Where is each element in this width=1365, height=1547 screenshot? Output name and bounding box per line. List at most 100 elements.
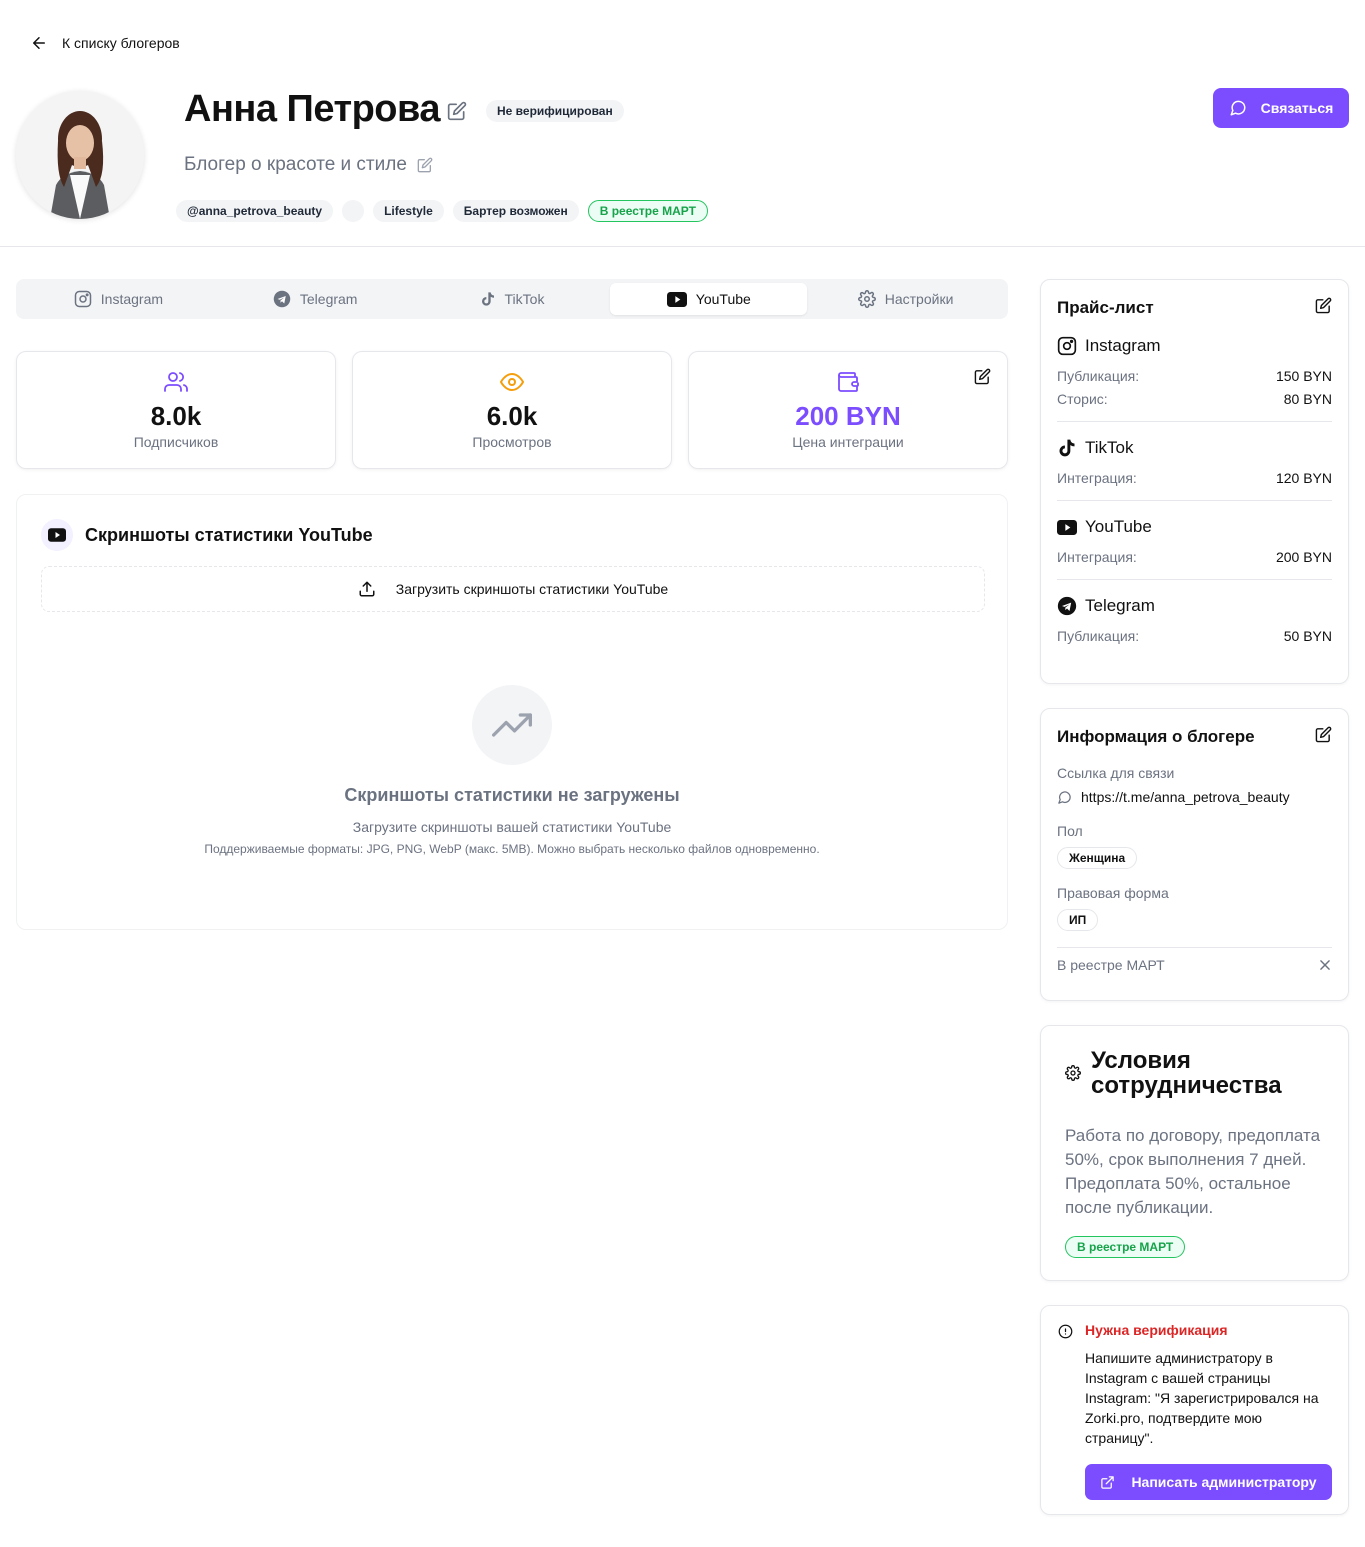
registry-row: В реестре МАРТ — [1057, 957, 1332, 973]
telegram-icon — [273, 290, 291, 308]
price-row: Публикация: 50 BYN — [1057, 628, 1332, 644]
trending-up-icon — [472, 685, 552, 765]
pricelist-section-instagram: Instagram Публикация: 150 BYN Сторис: 80 B… — [1057, 336, 1332, 422]
wallet-icon — [838, 372, 859, 392]
subscribers-value: 8.0k — [150, 401, 202, 431]
edit-pricelist-icon[interactable] — [1315, 297, 1332, 314]
profile-name: Анна Петрова — [184, 88, 441, 130]
profile-tags: @anna_petrova_beauty Lifestyle Бартер во… — [176, 200, 708, 222]
verification-title: Нужна верификация — [1085, 1322, 1228, 1338]
arrow-left-icon — [33, 37, 45, 49]
registry-label: В реестре МАРТ — [1057, 957, 1165, 973]
pricelist-platform: Instagram — [1085, 336, 1161, 355]
edit-name-icon[interactable] — [447, 101, 467, 121]
tiktok-icon — [1059, 439, 1075, 457]
pricelist-platform: Telegram — [1085, 596, 1155, 615]
price-row: Интеграция: 120 BYN — [1057, 470, 1332, 486]
tab-instagram[interactable]: Instagram — [20, 283, 217, 315]
empty-state-text: Загрузите скриншоты вашей статистики You… — [352, 819, 672, 835]
views-value: 6.0k — [486, 401, 538, 431]
gear-icon — [857, 290, 876, 308]
profile-subtitle: Блогер о красоте и стиле — [184, 154, 433, 176]
handle-tag: @anna_petrova_beauty — [176, 200, 334, 222]
registry-tag: В реестре МАРТ — [587, 200, 708, 222]
contact-button[interactable]: Связаться — [1213, 88, 1349, 128]
gender-value: Женщина — [1057, 847, 1138, 869]
views-label: Просмотров — [472, 434, 552, 450]
empty-state-title: Скриншоты статистики не загружены — [344, 785, 680, 805]
contact-link-value: https://t.me/anna_petrova_beauty — [1081, 789, 1290, 805]
pricelist-title: Прайс-лист — [1057, 298, 1154, 317]
legal-form-value: ИП — [1057, 909, 1099, 931]
tab-tiktok[interactable]: TikTok — [414, 283, 611, 315]
eye-icon — [500, 372, 524, 392]
edit-subtitle-icon[interactable] — [417, 157, 433, 173]
pricelist-platform: YouTube — [1085, 517, 1152, 536]
youtube-icon — [666, 291, 687, 307]
price-row: Интеграция: 200 BYN — [1057, 549, 1332, 565]
edit-price-icon[interactable] — [974, 368, 991, 385]
tab-settings[interactable]: Настройки — [807, 283, 1004, 315]
category-tag: Lifestyle — [373, 200, 444, 222]
telegram-icon — [1057, 596, 1077, 616]
header-divider — [0, 246, 1365, 247]
upload-dropzone[interactable]: Загрузить скриншоты статистики YouTube — [41, 566, 985, 612]
legal-form-label: Правовая форма — [1057, 885, 1169, 901]
tab-telegram-label: Telegram — [299, 291, 358, 307]
tab-youtube-label: YouTube — [695, 291, 751, 307]
tab-telegram[interactable]: Telegram — [217, 283, 414, 315]
verification-text: Напишите администратору в Instagram с ва… — [1085, 1350, 1319, 1446]
stat-card-price: 200 BYN Цена интеграции — [688, 351, 1008, 469]
upload-icon — [359, 581, 375, 597]
back-link-label: К списку блогеров — [62, 35, 180, 51]
price-row: Публикация: 150 BYN — [1057, 368, 1332, 384]
pricelist-platform: TikTok — [1085, 438, 1134, 457]
tab-settings-label: Настройки — [884, 291, 954, 307]
alert-circle-icon — [1058, 1324, 1073, 1339]
external-link-icon — [1101, 1475, 1115, 1489]
youtube-icon — [41, 519, 73, 551]
platform-tabs: Instagram Telegram TikTok YouTube Настро… — [16, 279, 1008, 319]
contact-link[interactable]: https://t.me/anna_petrova_beauty — [1057, 789, 1332, 805]
message-admin-button[interactable]: Написать администратору — [1085, 1464, 1332, 1500]
upload-label: Загрузить скриншоты статистики YouTube — [395, 581, 669, 597]
screenshots-section: Скриншоты статистики YouTube Загрузить с… — [16, 494, 1008, 930]
tab-youtube[interactable]: YouTube — [610, 283, 808, 315]
blogger-info-title: Информация о блогере — [1057, 727, 1255, 746]
terms-text: Работа по договору, предоплата 50%, срок… — [1065, 1126, 1321, 1217]
formats-text: Поддерживаемые форматы: JPG, PNG, WebP (… — [204, 842, 820, 856]
avatar — [16, 91, 144, 219]
youtube-icon — [1057, 519, 1077, 535]
price-row: Сторис: 80 BYN — [1057, 391, 1332, 407]
close-icon — [1320, 960, 1330, 970]
tiktok-icon — [481, 292, 494, 306]
contact-button-label: Связаться — [1260, 100, 1334, 116]
pricelist-section-telegram: Telegram Публикация: 50 BYN — [1057, 596, 1332, 644]
instagram-icon — [1057, 336, 1077, 356]
screenshots-title: Скриншоты статистики YouTube — [85, 524, 373, 545]
terms-card: Условия сотрудничества Работа по договор… — [1040, 1025, 1349, 1281]
pricelist-card: Прайс-лист Instagram Публикация: 150 BYN … — [1040, 279, 1349, 684]
stat-card-views: 6.0k Просмотров — [352, 351, 672, 469]
message-circle-icon — [1230, 100, 1246, 116]
terms-registry-badge: В реестре МАРТ — [1065, 1236, 1186, 1258]
edit-info-icon[interactable] — [1315, 726, 1332, 743]
price-value: 200 BYN — [795, 401, 901, 431]
blogger-info-card: Информация о блогере Ссылка для связи ht… — [1040, 708, 1349, 1001]
pricelist-section-tiktok: TikTok Интеграция: 120 BYN — [1057, 438, 1332, 501]
terms-title: Условия сотрудничества — [1091, 1047, 1282, 1099]
contact-link-label: Ссылка для связи — [1057, 765, 1175, 781]
back-link[interactable]: К списку блогеров — [30, 34, 180, 52]
gender-label: Пол — [1057, 823, 1083, 839]
price-label: Цена интеграции — [792, 434, 904, 450]
message-circle-icon — [1058, 790, 1071, 804]
tab-tiktok-label: TikTok — [504, 291, 545, 307]
pricelist-section-youtube: YouTube Интеграция: 200 BYN — [1057, 517, 1332, 580]
verification-badge: Не верифицирован — [486, 100, 624, 122]
barter-tag: Бартер возможен — [452, 200, 579, 222]
gear-icon — [1065, 1065, 1081, 1081]
message-admin-label: Написать администратору — [1131, 1474, 1317, 1490]
users-icon — [164, 372, 188, 392]
instagram-icon — [74, 290, 92, 308]
subscribers-label: Подписчиков — [133, 434, 219, 450]
